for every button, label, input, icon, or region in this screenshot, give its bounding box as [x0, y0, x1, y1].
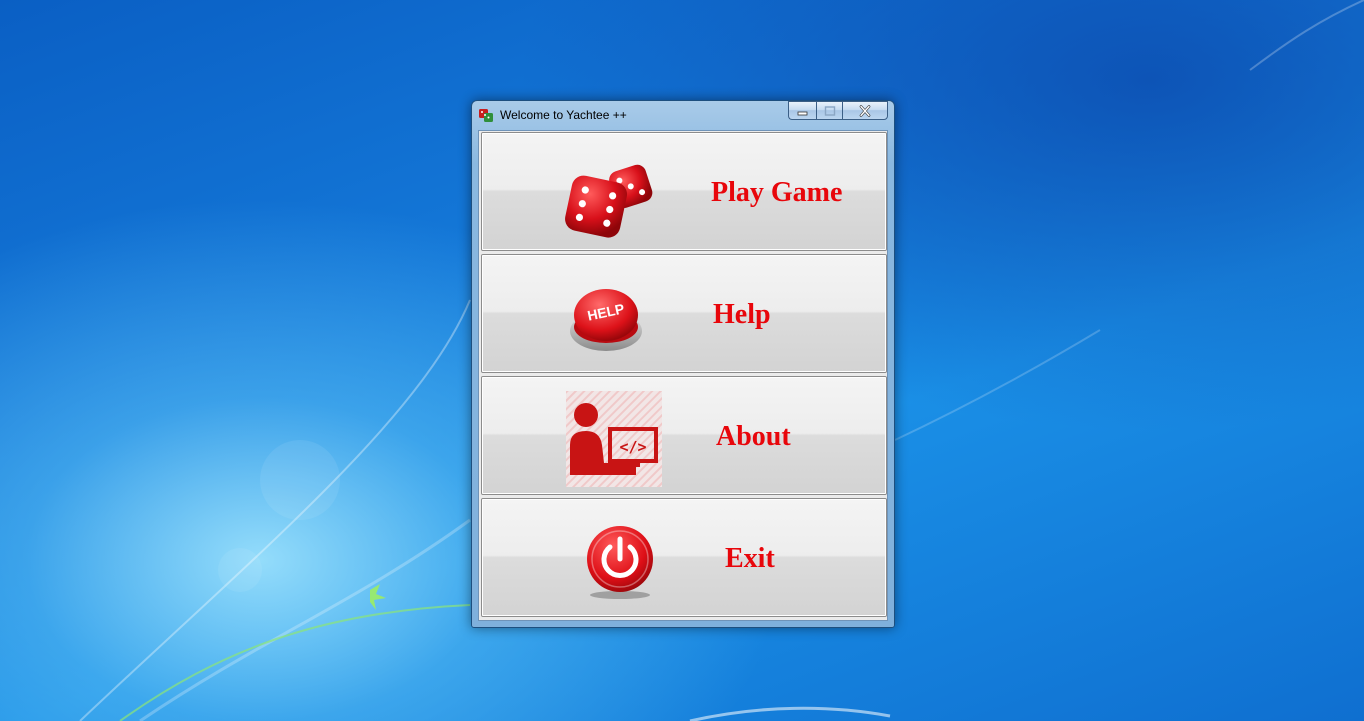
play-game-label: Play Game [711, 177, 843, 208]
window-client-area: Play Game HELP Help </> About Exit [478, 130, 888, 621]
svg-text:</>: </> [619, 438, 646, 456]
maximize-button[interactable] [816, 101, 842, 120]
dice-icon [565, 164, 653, 238]
developer-icon: </> [566, 391, 662, 487]
welcome-window: Welcome to Yachtee ++ Play Game HELP Hel… [471, 100, 895, 628]
help-label: Help [713, 299, 771, 330]
title-bar[interactable]: Welcome to Yachtee ++ [472, 101, 894, 129]
close-icon [859, 104, 871, 117]
minimize-icon [797, 111, 807, 115]
play-game-button[interactable]: Play Game [481, 132, 887, 251]
power-icon [587, 526, 653, 599]
exit-label: Exit [725, 543, 775, 574]
about-button[interactable]: </> About [481, 376, 887, 495]
window-title: Welcome to Yachtee ++ [500, 108, 627, 122]
close-button[interactable] [842, 101, 888, 120]
about-label: About [716, 421, 791, 452]
minimize-button[interactable] [788, 101, 816, 120]
help-button[interactable]: HELP Help [481, 254, 887, 373]
help-button-icon: HELP [570, 289, 642, 351]
caption-buttons [788, 101, 888, 121]
maximize-icon [824, 105, 835, 116]
exit-button[interactable]: Exit [481, 498, 887, 617]
yachtee-app-icon [479, 109, 493, 122]
